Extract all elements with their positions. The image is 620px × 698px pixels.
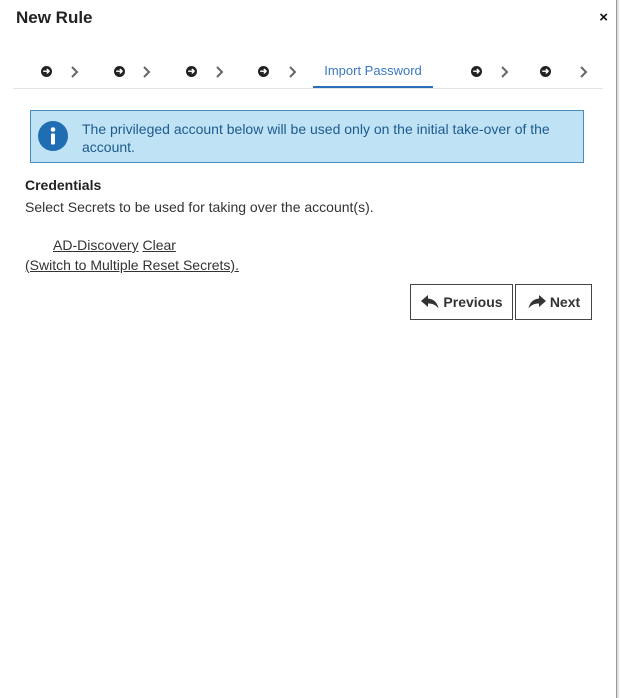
arrow-circle-right-icon: ➜: [471, 66, 482, 77]
tab-import-password[interactable]: Import Password: [313, 55, 433, 88]
dialog-title: New Rule: [16, 8, 93, 27]
selected-secret-row: AD-Discovery Clear: [53, 237, 176, 253]
wizard-step-4[interactable]: ➜: [258, 55, 269, 88]
credentials-description: Select Secrets to be used for taking ove…: [25, 199, 374, 215]
close-icon[interactable]: ×: [599, 8, 608, 28]
arrow-circle-right-icon: ➜: [258, 66, 269, 77]
credentials-heading: Credentials: [25, 177, 102, 193]
switch-row: (Switch to Multiple Reset Secrets).: [25, 257, 239, 273]
wizard-step-2[interactable]: ➜: [114, 55, 125, 88]
reply-arrow-icon: [421, 295, 439, 309]
chevron-right-icon: [501, 55, 509, 88]
wizard-step-1[interactable]: ➜: [41, 55, 52, 88]
info-banner: The privileged account below will be use…: [30, 110, 584, 163]
chevron-right-icon: [71, 55, 79, 88]
chevron-right-icon: [216, 55, 224, 88]
previous-button[interactable]: Previous: [410, 284, 513, 320]
previous-label: Previous: [443, 294, 503, 310]
wizard-steps: ➜ ➜ ➜ ➜ Import Password ➜ ➜: [13, 55, 603, 89]
wizard-step-3[interactable]: ➜: [186, 55, 197, 88]
arrow-circle-right-icon: ➜: [186, 66, 197, 77]
wizard-step-7[interactable]: ➜: [540, 55, 551, 88]
next-label: Next: [549, 294, 581, 310]
new-rule-dialog: New Rule × ➜ ➜ ➜ ➜ Import Password ➜ ➜ T…: [0, 0, 620, 698]
chevron-right-icon: [289, 55, 297, 88]
chevron-right-icon: [580, 55, 588, 88]
info-message: The privileged account below will be use…: [82, 121, 550, 155]
arrow-circle-right-icon: ➜: [41, 66, 52, 77]
info-icon: [38, 121, 68, 151]
next-button[interactable]: Next: [515, 284, 592, 320]
clear-link[interactable]: Clear: [142, 237, 175, 253]
switch-multiple-reset-secrets-link[interactable]: (Switch to Multiple Reset Secrets).: [25, 257, 239, 273]
arrow-circle-right-icon: ➜: [114, 66, 125, 77]
forward-arrow-icon: [528, 295, 546, 309]
wizard-step-6[interactable]: ➜: [471, 55, 482, 88]
arrow-circle-right-icon: ➜: [540, 66, 551, 77]
secret-link-ad-discovery[interactable]: AD-Discovery: [53, 237, 139, 253]
chevron-right-icon: [143, 55, 151, 88]
